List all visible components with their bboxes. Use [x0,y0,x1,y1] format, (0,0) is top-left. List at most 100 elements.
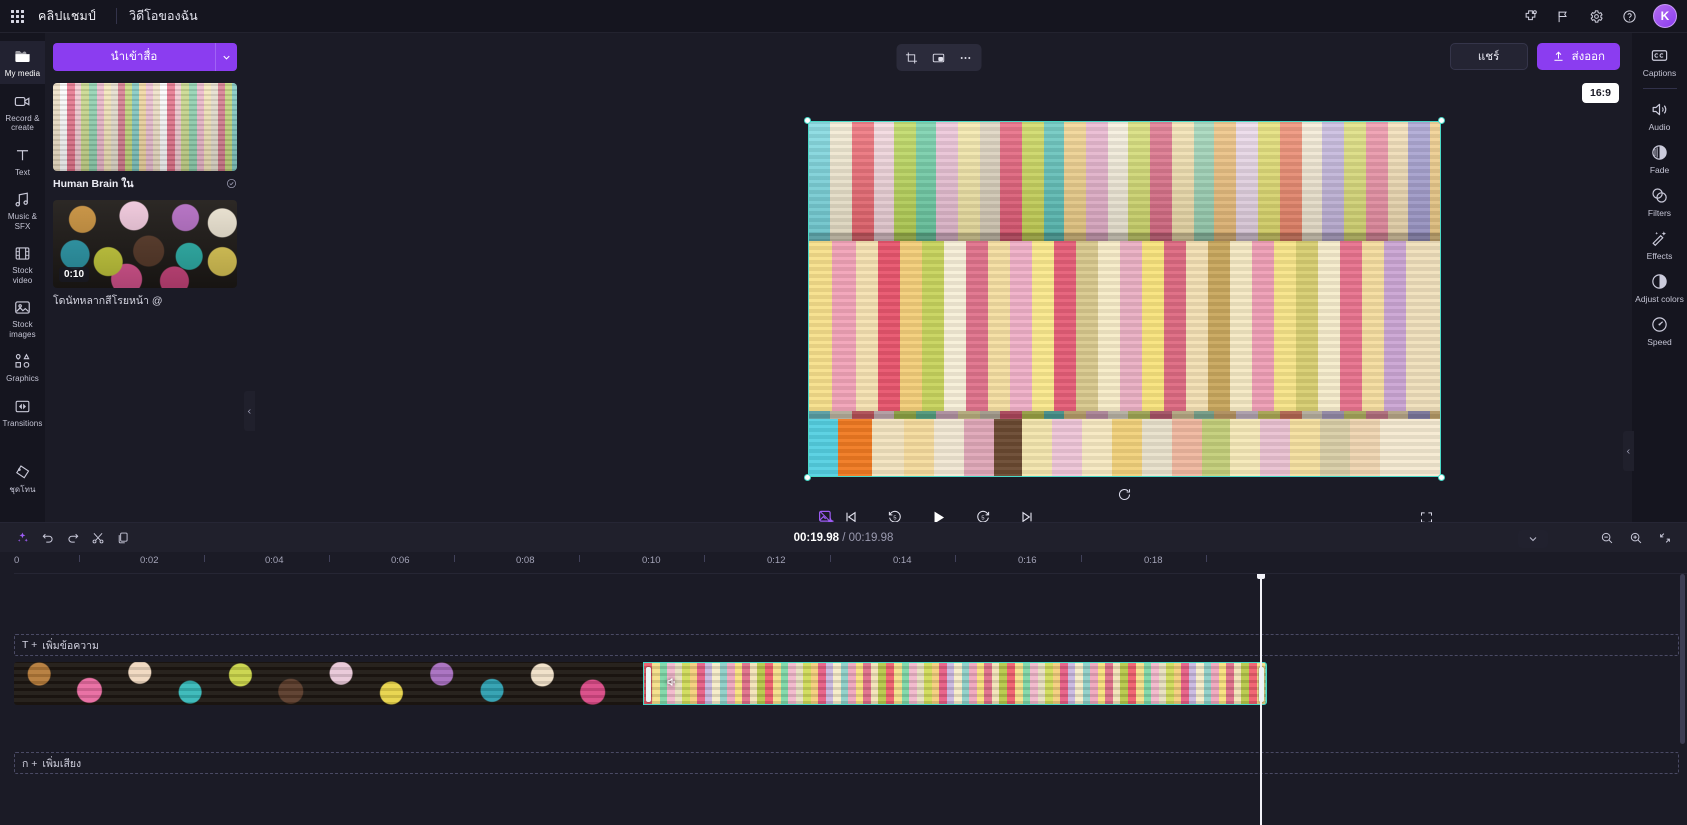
zoom-in-icon[interactable] [1623,527,1648,549]
list-item[interactable]: 0:10 โดนัทหลากสีโรยหน้า @ [53,200,237,311]
text-icon [13,146,32,165]
picture-in-picture-icon[interactable] [926,47,951,68]
ruler-tick: 0:14 [893,555,912,566]
tool-fade[interactable]: Fade [1632,138,1687,180]
resize-handle-bottom-left[interactable] [804,474,811,481]
duplicate-icon[interactable] [110,527,135,549]
gear-icon[interactable] [1581,2,1611,30]
sidebar-item-label: Music & SFX [7,212,38,231]
right-panel-collapse-toggle[interactable] [1623,431,1634,471]
sidebar-item-label: ชุดโทน [9,485,36,494]
ruler-tick: 0:18 [1144,555,1163,566]
preview-actions: แชร์ ส่งออก [1449,43,1620,70]
resize-handle-bottom-right[interactable] [1438,474,1445,481]
rotate-handle-icon[interactable] [1116,485,1134,503]
current-time: 00:19.98 [793,531,840,544]
project-name[interactable]: วิดีโอของฉัน [129,6,198,26]
tool-filters[interactable]: Filters [1632,181,1687,223]
magic-tools-icon[interactable] [10,527,35,549]
sidebar-item-my-media[interactable]: My media [0,41,45,84]
top-bar: คลิปแชมป์ วิดีโอของฉัน K [0,0,1687,33]
sidebar-item-label: Stock images [9,320,36,339]
zoom-out-icon[interactable] [1594,527,1619,549]
avatar[interactable]: K [1653,4,1677,28]
export-button-label: ส่งออก [1571,50,1605,63]
image-band [808,419,1441,477]
more-options-icon[interactable] [953,47,978,68]
media-thumbnail[interactable] [53,83,237,171]
image-band [808,233,1441,241]
app-grid-icon[interactable] [0,9,34,23]
sidebar-item-transitions[interactable]: Transitions [0,391,45,434]
tool-effects[interactable]: Effects [1632,224,1687,266]
timeline-clip-donut[interactable] [14,662,643,705]
clip-texture [14,662,643,705]
sidebar-item-stock-video[interactable]: Stock video [0,238,45,290]
duration-badge: 0:10 [59,267,90,282]
crop-icon[interactable] [899,47,924,68]
sidebar-item-brand-kit[interactable]: ชุดโทน [0,457,45,500]
aspect-ratio-chip[interactable]: 16:9 [1581,83,1619,103]
sidebar-item-record-create[interactable]: Record & create [0,86,45,138]
tool-label: Speed [1647,337,1672,347]
resize-handle-top-right[interactable] [1438,117,1445,124]
sidebar-item-text[interactable]: Text [0,140,45,183]
sidebar-item-stock-images[interactable]: Stock images [0,292,45,344]
speaker-icon [666,676,678,688]
export-button[interactable]: ส่งออก [1536,43,1620,70]
check-circle-icon[interactable] [226,178,237,189]
topbar-divider [116,8,118,24]
ruler-tick: 0:06 [391,555,410,566]
right-rail: Captions Audio Fade Filters Effects Adju… [1632,33,1687,522]
fit-to-screen-icon[interactable] [1652,527,1677,549]
timeline-scrollbar[interactable] [1680,574,1685,744]
sidebar-item-label: Record & create [5,113,40,133]
help-icon[interactable] [1614,2,1644,30]
brandkit-icon [13,463,32,482]
import-media-button[interactable]: นำเข้าสื่อ [53,43,215,71]
panel-collapse-toggle[interactable] [244,391,255,431]
timeline-tracks: T + เพิ่มข้อความ ก + เพิ่มเสียง [0,574,1687,825]
brand-name: คลิปแชมป์ [38,9,97,23]
media-panel: นำเข้าสื่อ Human Brain ใน 0:10 โดนัทหลาก… [45,33,255,522]
audio-track-placeholder[interactable]: ก + เพิ่มเสียง [14,752,1679,774]
ruler-tick: 0:04 [265,555,284,566]
tool-label: Filters [1647,208,1672,218]
playhead[interactable] [1257,574,1265,825]
timeline-ruler[interactable]: 0 0:02 0:04 0:06 0:08 0:10 0:12 0:14 0:1… [14,552,1687,574]
media-thumbnail[interactable]: 0:10 [53,200,237,288]
film-icon [13,244,32,263]
undo-icon[interactable] [35,527,60,549]
tool-speed[interactable]: Speed [1632,310,1687,352]
split-icon[interactable] [85,527,110,549]
clip-trim-handle-left[interactable] [646,667,651,702]
sidebar-item-label: My media [4,69,41,78]
effects-icon [1650,229,1669,248]
plugin-icon[interactable] [1515,2,1545,30]
add-text-label: เพิ่มข้อความ [42,639,99,652]
share-button[interactable]: แชร์ [1449,43,1528,70]
timeline-expand-toggle[interactable] [1518,530,1548,548]
sidebar-item-graphics[interactable]: Graphics [0,346,45,389]
tool-adjust-colors[interactable]: Adjust colors [1632,267,1687,309]
sidebar-item-music-sfx[interactable]: Music & SFX [0,184,45,236]
flag-icon[interactable] [1548,2,1578,30]
text-track-placeholder[interactable]: T + เพิ่มข้อความ [14,634,1679,656]
chevron-down-icon[interactable] [215,43,237,71]
resize-handle-top-left[interactable] [804,117,811,124]
add-audio-prefix: ก + [22,757,38,770]
canvas-image [808,121,1441,477]
tool-captions[interactable]: Captions [1632,41,1687,83]
tool-audio[interactable]: Audio [1632,95,1687,137]
tool-label: Audio [1648,122,1671,132]
rail-divider [1642,88,1677,89]
sidebar-item-label: Transitions [2,418,43,428]
redo-icon[interactable] [60,527,85,549]
ruler-tick: 0:02 [140,555,159,566]
ruler-tick: 0:08 [516,555,535,566]
timeline-clip-macaron[interactable] [643,662,1267,705]
video-canvas[interactable] [804,117,1445,500]
list-item[interactable]: Human Brain ใน [53,83,237,194]
total-time: 00:19.98 [848,531,894,544]
clip-row [14,662,1267,705]
